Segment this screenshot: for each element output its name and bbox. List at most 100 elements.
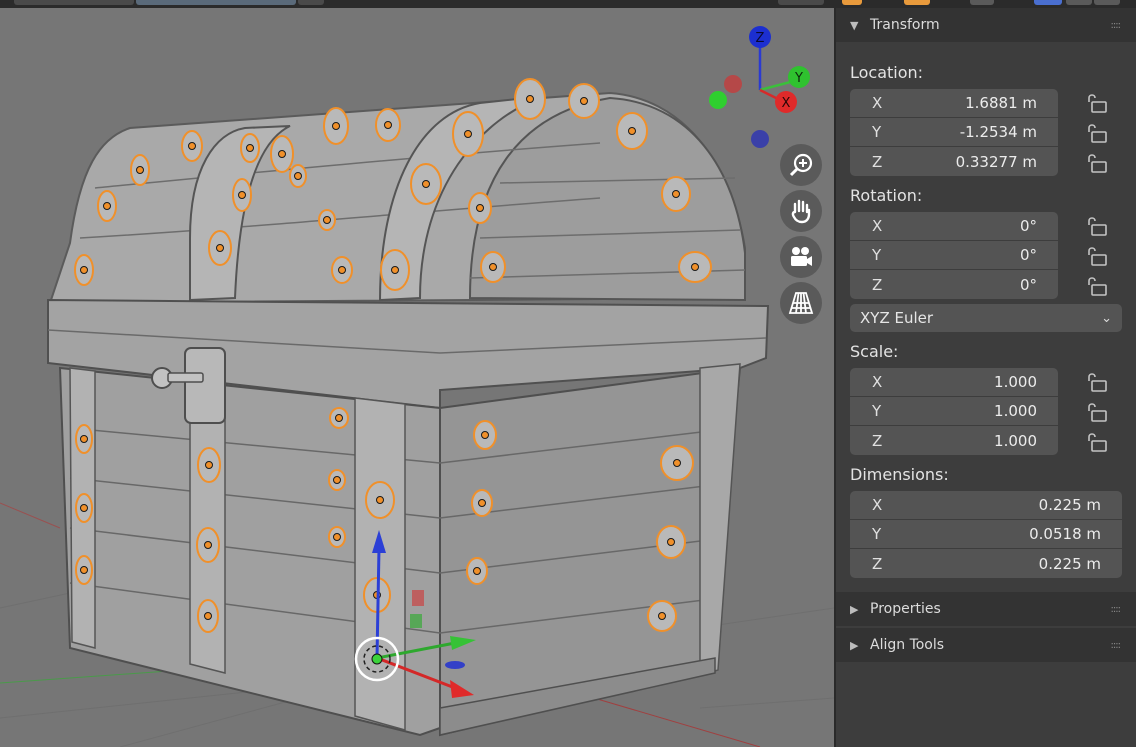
properties-panel-header[interactable]: ▶ Properties :::: — [836, 592, 1136, 626]
rotation-y-field[interactable]: Y 0° — [850, 241, 1058, 270]
properties-panel-title: Properties — [870, 601, 941, 617]
perspective-toggle-button[interactable] — [780, 282, 822, 324]
scale-y-field[interactable]: Y 1.000 — [850, 397, 1058, 426]
lock-icon[interactable] — [1086, 216, 1108, 236]
3d-viewport[interactable]: Z Y X — [0, 8, 834, 747]
header-button[interactable] — [778, 0, 824, 5]
xy-plane-handle[interactable] — [445, 661, 465, 669]
lock-icon[interactable] — [1086, 402, 1108, 422]
lock-icon[interactable] — [1086, 246, 1108, 266]
pan-button[interactable] — [780, 190, 822, 232]
rivet-origin-dot — [204, 612, 212, 620]
drag-grip-icon[interactable]: :::: — [1111, 604, 1122, 615]
rivet-origin-dot — [216, 244, 224, 252]
align-tools-panel-header[interactable]: ▶ Align Tools :::: — [836, 628, 1136, 662]
rotation-x-field[interactable]: X 0° — [850, 212, 1058, 241]
rivet-origin-dot — [238, 191, 246, 199]
rivet-origin-dot — [478, 499, 486, 507]
lock-icon[interactable] — [1086, 93, 1108, 113]
xz-plane-handle[interactable] — [412, 590, 424, 606]
rivet-origin-dot — [526, 95, 534, 103]
zoom-button[interactable] — [780, 144, 822, 186]
xray-toggle-button[interactable] — [904, 0, 930, 5]
rivet-origin-dot — [80, 566, 88, 574]
location-x-field[interactable]: X 1.6881 m — [850, 89, 1058, 118]
lock-icon[interactable] — [1086, 153, 1108, 173]
rotation-mode-value: XYZ Euler — [860, 309, 934, 327]
scale-x-field[interactable]: X 1.000 — [850, 368, 1058, 397]
rivet-origin-dot — [323, 216, 331, 224]
sidebar-n-panel: ▼ Transform :::: Location: X 1.6881 m Y -1… — [834, 8, 1136, 747]
camera-icon — [791, 247, 812, 266]
lock-icon[interactable] — [1086, 123, 1108, 143]
navigation-gizmo[interactable]: Z Y X — [700, 18, 820, 148]
expand-triangle-icon: ▶ — [850, 602, 859, 616]
align-tools-panel-title: Align Tools — [870, 637, 945, 653]
rivet-origin-dot — [332, 122, 340, 130]
drag-grip-icon[interactable]: :::: — [1111, 20, 1122, 31]
rivet-origin-dot — [338, 266, 346, 274]
overlay-toggle-button[interactable] — [842, 0, 862, 5]
rivet-origin-dot — [80, 504, 88, 512]
rivet-origin-dot — [333, 476, 341, 484]
header-button[interactable] — [14, 0, 134, 5]
drag-grip-icon[interactable]: :::: — [1111, 640, 1122, 651]
location-z-field[interactable]: Z 0.33277 m — [850, 147, 1058, 176]
dimension-y-field[interactable]: Y 0.0518 m — [850, 520, 1122, 549]
dimension-x-field[interactable]: X 0.225 m — [850, 491, 1122, 520]
transform-panel-header[interactable]: ▼ Transform :::: — [836, 8, 1136, 42]
scale-label: Scale: — [850, 342, 899, 361]
lock-icon[interactable] — [1086, 432, 1108, 452]
rivet-origin-dot — [246, 144, 254, 152]
dimensions-fields: X 0.225 m Y 0.0518 m Z 0.225 m — [850, 491, 1122, 578]
dimensions-label: Dimensions: — [850, 465, 949, 484]
transform-panel-title: Transform — [870, 17, 940, 33]
rivet-origin-dot — [294, 172, 302, 180]
rivet-origin-dot — [672, 190, 680, 198]
neg-x-axis-ball[interactable] — [724, 75, 742, 93]
x-axis-label: X — [782, 96, 791, 111]
rivet-origin-dot — [136, 166, 144, 174]
body-strap[interactable] — [699, 363, 741, 678]
shading-button[interactable] — [1094, 0, 1120, 5]
shading-solid-button[interactable] — [1034, 0, 1062, 5]
shading-button[interactable] — [970, 0, 994, 5]
expand-triangle-icon: ▶ — [850, 638, 859, 652]
zoom-icon — [789, 153, 813, 177]
rivet-origin-dot — [476, 204, 484, 212]
rivet-origin-dot — [278, 150, 286, 158]
rivet-origin-dot — [628, 127, 636, 135]
rivet-origin-dot — [691, 263, 699, 271]
rivet-origin-dot — [384, 121, 392, 129]
z-axis-label: Z — [756, 31, 765, 46]
rotation-z-field[interactable]: Z 0° — [850, 270, 1058, 299]
lock-icon[interactable] — [1086, 372, 1108, 392]
header-search-field[interactable] — [136, 0, 296, 5]
rotation-mode-dropdown[interactable]: XYZ Euler ⌄ — [850, 304, 1122, 332]
perspective-grid-icon — [788, 292, 814, 314]
rivet-origin-dot — [376, 496, 384, 504]
rivet-origin-dot — [580, 97, 588, 105]
lock-icon[interactable] — [1086, 276, 1108, 296]
y-axis-label: Y — [794, 71, 803, 86]
shading-button[interactable] — [1066, 0, 1092, 5]
neg-y-axis-ball[interactable] — [709, 91, 727, 109]
neg-z-axis-ball[interactable] — [751, 130, 769, 148]
dimension-z-field[interactable]: Z 0.225 m — [850, 549, 1122, 578]
rivet-origin-dot — [658, 612, 666, 620]
rivet-origin-dot — [205, 461, 213, 469]
scale-z-field[interactable]: Z 1.000 — [850, 426, 1058, 455]
header-button[interactable] — [298, 0, 324, 5]
camera-view-button[interactable] — [780, 236, 822, 278]
rotation-label: Rotation: — [850, 186, 923, 205]
rivet-origin-dot — [667, 538, 675, 546]
yz-plane-handle[interactable] — [410, 614, 422, 628]
hand-pan-icon — [791, 199, 811, 224]
location-y-field[interactable]: Y -1.2534 m — [850, 118, 1058, 147]
rotation-fields: X 0° Y 0° Z 0° — [850, 212, 1058, 299]
chevron-down-icon: ⌄ — [1101, 310, 1112, 326]
rivet-origin-dot — [391, 266, 399, 274]
rivet-origin-dot — [464, 130, 472, 138]
collapse-triangle-icon: ▼ — [850, 18, 859, 32]
location-label: Location: — [850, 63, 924, 82]
